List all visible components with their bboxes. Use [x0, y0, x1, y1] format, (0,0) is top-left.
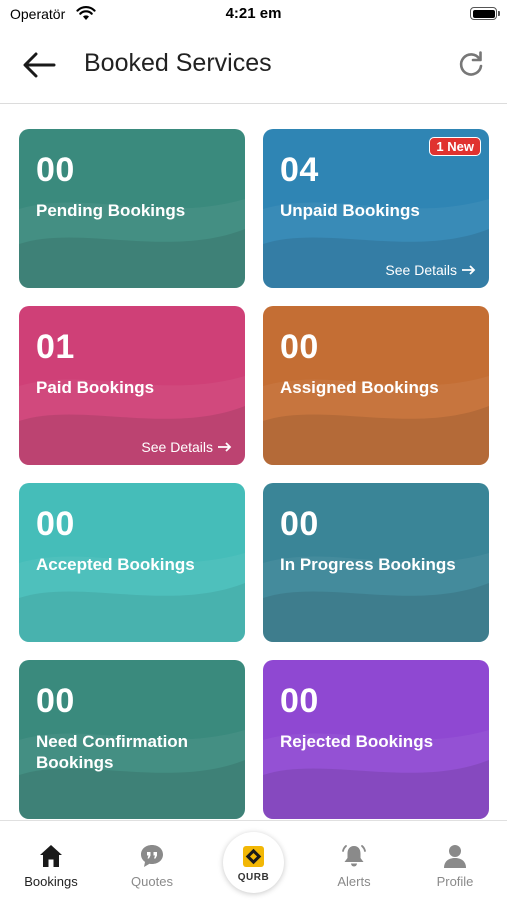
tab-label: Bookings [24, 874, 78, 889]
accepted-bookings-card[interactable]: 00 Accepted Bookings [19, 483, 245, 642]
card-label: Accepted Bookings [36, 555, 195, 574]
card-count: 01 [36, 328, 75, 366]
card-count: 00 [280, 682, 319, 720]
card-count: 00 [36, 151, 75, 189]
in-progress-bookings-card[interactable]: 00 In Progress Bookings [263, 483, 489, 642]
booking-cards-grid: 00 Pending Bookings 1 New 04 Unpaid Book… [0, 105, 507, 820]
clock: 4:21 em [225, 5, 282, 22]
card-label: Rejected Bookings [280, 732, 434, 751]
card-label: In Progress Bookings [280, 555, 456, 574]
tab-label: Quotes [131, 874, 173, 889]
arrow-right-icon [462, 265, 476, 275]
qurb-label: QURB [237, 872, 270, 883]
battery-icon [470, 7, 500, 20]
status-bar: Operatör 4:21 em [0, 0, 507, 30]
assigned-bookings-card[interactable]: 00 Assigned Bookings [263, 306, 489, 465]
see-details-label: See Details [141, 439, 213, 455]
card-count: 04 [280, 151, 319, 189]
home-icon [40, 845, 62, 867]
card-count: 00 [280, 505, 319, 543]
back-arrow-icon[interactable] [22, 52, 56, 78]
card-count: 00 [36, 682, 75, 720]
arrow-right-icon [218, 442, 232, 452]
need-confirmation-bookings-card[interactable]: 00 Need Confirmation Bookings [19, 660, 245, 819]
tab-quotes[interactable]: Quotes [112, 821, 192, 900]
tab-bookings[interactable]: Bookings [11, 821, 91, 900]
tab-label: Profile [436, 874, 474, 889]
see-details-link[interactable]: See Details [141, 439, 232, 455]
card-label: Assigned Bookings [280, 378, 439, 397]
user-icon [444, 845, 466, 868]
see-details-label: See Details [385, 262, 457, 278]
app-header: Booked Services [0, 30, 507, 104]
card-count: 00 [280, 328, 319, 366]
card-label: Unpaid Bookings [280, 201, 420, 220]
pending-bookings-card[interactable]: 00 Pending Bookings [19, 129, 245, 288]
new-badge: 1 New [429, 137, 481, 156]
card-label: Pending Bookings [36, 201, 186, 220]
rejected-bookings-card[interactable]: 00 Rejected Bookings [263, 660, 489, 819]
page-title: Booked Services [84, 49, 272, 77]
refresh-icon[interactable] [457, 50, 485, 78]
bottom-tab-bar: Bookings Quotes QURB Alerts Profile [0, 820, 507, 900]
chat-quote-icon [141, 845, 163, 867]
tab-alerts[interactable]: Alerts [314, 821, 394, 900]
qurb-logo-icon [243, 846, 264, 867]
card-label: Paid Bookings [36, 378, 155, 397]
tab-profile[interactable]: Profile [415, 821, 495, 900]
card-count: 00 [36, 505, 75, 543]
see-details-link[interactable]: See Details [385, 262, 476, 278]
unpaid-bookings-card[interactable]: 1 New 04 Unpaid Bookings See Details [263, 129, 489, 288]
qurb-center-button[interactable]: QURB [223, 832, 284, 893]
bell-icon [342, 845, 366, 867]
paid-bookings-card[interactable]: 01 Paid Bookings See Details [19, 306, 245, 465]
card-label: Need Confirmation Bookings [36, 732, 189, 772]
tab-label: Alerts [337, 874, 371, 889]
